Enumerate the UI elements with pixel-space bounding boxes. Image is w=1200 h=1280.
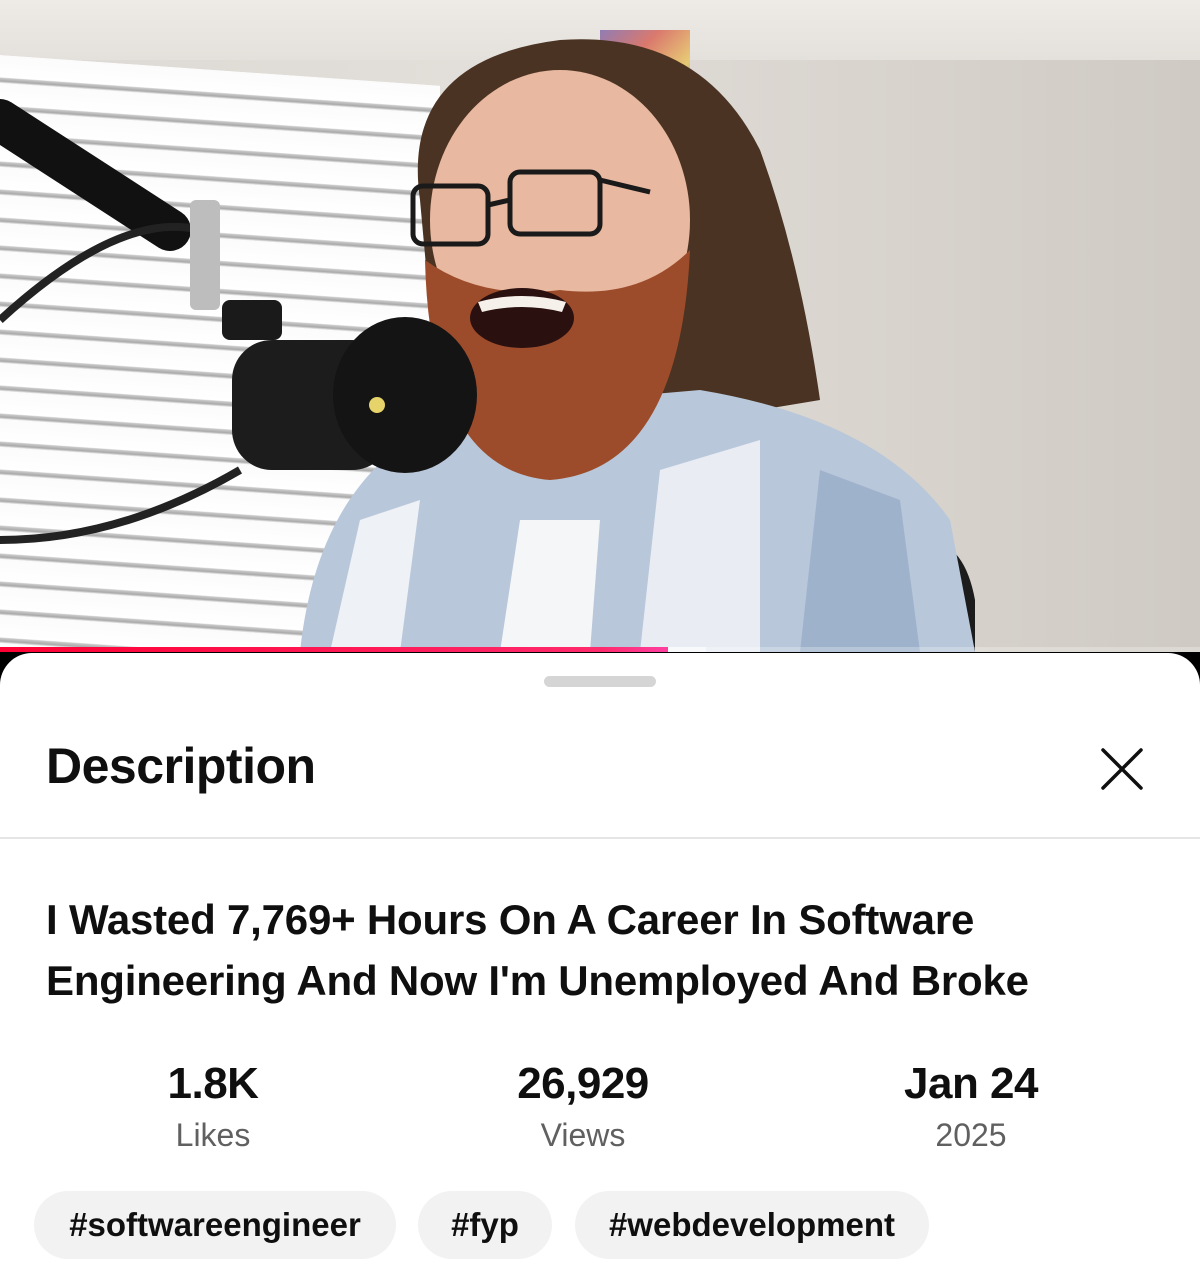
publish-year: 2025 (935, 1117, 1007, 1153)
video-frame (0, 39, 975, 652)
views-label: Views (540, 1117, 626, 1153)
hashtag-chip[interactable]: #fyp (418, 1191, 552, 1259)
views-stat: 26,929 Views (433, 1057, 733, 1155)
hashtag-chip[interactable]: #softwareengineer (34, 1191, 396, 1259)
date-stat: Jan 24 2025 (821, 1057, 1121, 1155)
likes-stat: 1.8K Likes (63, 1057, 363, 1155)
hashtag-chip[interactable]: #webdevelopment (575, 1191, 929, 1259)
description-sheet: Description I Wasted 7,769+ Hours On A C… (0, 653, 1200, 1280)
progress-played (0, 647, 669, 652)
likes-count: 1.8K (167, 1059, 259, 1108)
video-title: I Wasted 7,769+ Hours On A Career In Sof… (46, 896, 1029, 1004)
likes-label: Likes (175, 1117, 251, 1153)
sheet-title: Description (46, 738, 316, 794)
close-button[interactable] (1094, 741, 1150, 797)
drag-handle[interactable] (544, 676, 656, 687)
views-count: 26,929 (517, 1059, 649, 1108)
publish-date: Jan 24 (904, 1059, 1038, 1108)
video-progress-bar[interactable] (0, 647, 1200, 652)
video-player[interactable] (0, 0, 1200, 652)
close-icon (1101, 748, 1143, 790)
divider (0, 837, 1200, 839)
